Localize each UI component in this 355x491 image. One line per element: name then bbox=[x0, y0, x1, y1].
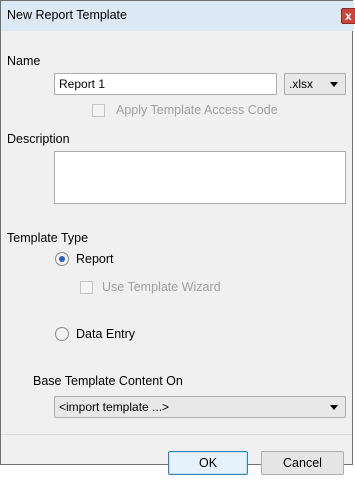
chevron-down-icon bbox=[330, 405, 338, 410]
name-input[interactable] bbox=[54, 73, 277, 95]
template-wizard-label: Use Template Wizard bbox=[102, 280, 221, 294]
data-entry-radio-label: Data Entry bbox=[76, 327, 136, 341]
footer-divider bbox=[1, 434, 352, 435]
new-report-template-dialog: New Report Template x Name .xlsx Apply T… bbox=[0, 0, 355, 475]
format-dropdown[interactable]: .xlsx bbox=[284, 73, 346, 95]
radio-selected-dot bbox=[59, 256, 65, 262]
access-code-label: Apply Template Access Code bbox=[116, 103, 278, 117]
base-template-label: Base Template Content On bbox=[33, 374, 183, 388]
description-textarea[interactable] bbox=[54, 151, 346, 204]
close-button[interactable]: x bbox=[341, 8, 355, 24]
base-template-dropdown[interactable]: <import template ...> bbox=[54, 396, 346, 418]
close-icon: x bbox=[345, 9, 352, 23]
format-value: .xlsx bbox=[289, 77, 313, 91]
description-label: Description bbox=[7, 132, 70, 146]
data-entry-radio[interactable] bbox=[55, 327, 69, 341]
report-radio-label: Report bbox=[76, 252, 114, 266]
cancel-button[interactable]: Cancel bbox=[261, 451, 344, 475]
access-code-checkbox[interactable] bbox=[92, 104, 105, 117]
name-label: Name bbox=[7, 54, 41, 68]
template-wizard-checkbox[interactable] bbox=[80, 281, 93, 294]
chevron-down-icon bbox=[330, 82, 338, 87]
template-type-label: Template Type bbox=[7, 231, 89, 245]
report-radio[interactable] bbox=[55, 252, 69, 266]
ok-button[interactable]: OK bbox=[168, 451, 248, 475]
base-template-value: <import template ...> bbox=[59, 400, 170, 414]
window-title: New Report Template bbox=[7, 8, 127, 22]
title-bar: New Report Template x bbox=[1, 1, 355, 31]
